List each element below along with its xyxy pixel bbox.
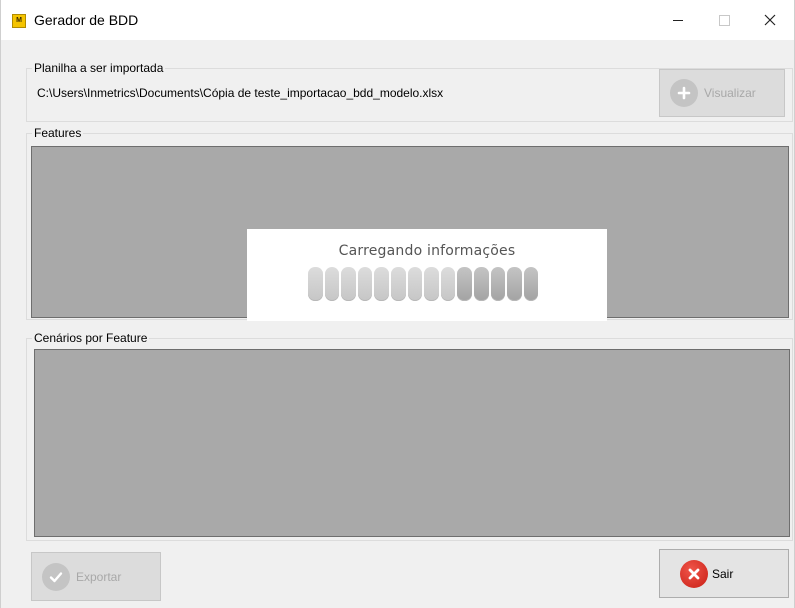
loading-progress-bar <box>308 267 539 301</box>
cenarios-group: Cenários por Feature <box>26 330 793 541</box>
main-window: M Gerador de BDD Planilha a ser importad… <box>0 0 795 608</box>
maximize-button[interactable] <box>701 0 747 40</box>
loading-segment <box>457 267 472 301</box>
loading-segment <box>357 267 373 301</box>
file-path-label: C:\Users\Inmetrics\Documents\Cópia de te… <box>37 86 444 100</box>
exportar-button[interactable]: Exportar <box>31 552 161 601</box>
loading-segment <box>390 267 406 301</box>
loading-segment <box>490 267 506 301</box>
planilha-group: Planilha a ser importada C:\Users\Inmetr… <box>26 60 793 122</box>
loading-segment <box>424 267 439 301</box>
minimize-icon <box>673 19 683 21</box>
loading-segment <box>341 267 356 301</box>
loading-segment <box>507 267 522 301</box>
features-legend: Features <box>32 125 84 141</box>
loading-dialog: Carregando informações <box>247 229 607 321</box>
sair-label: Sair <box>712 566 734 581</box>
exportar-label: Exportar <box>76 569 122 584</box>
title-bar[interactable]: M Gerador de BDD <box>1 0 794 40</box>
loading-segment <box>308 267 323 301</box>
close-circle-icon <box>680 559 708 588</box>
minimize-button[interactable] <box>655 0 701 40</box>
window-title: Gerador de BDD <box>34 12 139 28</box>
visualizar-button[interactable]: Visualizar <box>659 69 785 117</box>
loading-segment <box>523 267 539 301</box>
app-logo-icon: M <box>12 14 26 28</box>
loading-segment <box>324 267 340 301</box>
maximize-icon <box>718 14 730 26</box>
close-button[interactable] <box>747 0 793 40</box>
plus-icon <box>670 79 698 107</box>
cenarios-grid[interactable] <box>34 349 790 537</box>
loading-text: Carregando informações <box>338 243 516 259</box>
cenarios-legend: Cenários por Feature <box>32 330 150 346</box>
visualizar-label: Visualizar <box>704 86 756 100</box>
loading-segment <box>374 267 389 301</box>
sair-button[interactable]: Sair <box>659 549 789 598</box>
loading-segment <box>473 267 489 301</box>
check-icon <box>42 562 70 591</box>
close-icon <box>764 14 776 26</box>
loading-segment <box>407 267 423 301</box>
planilha-legend: Planilha a ser importada <box>32 60 166 76</box>
loading-segment <box>440 267 456 301</box>
